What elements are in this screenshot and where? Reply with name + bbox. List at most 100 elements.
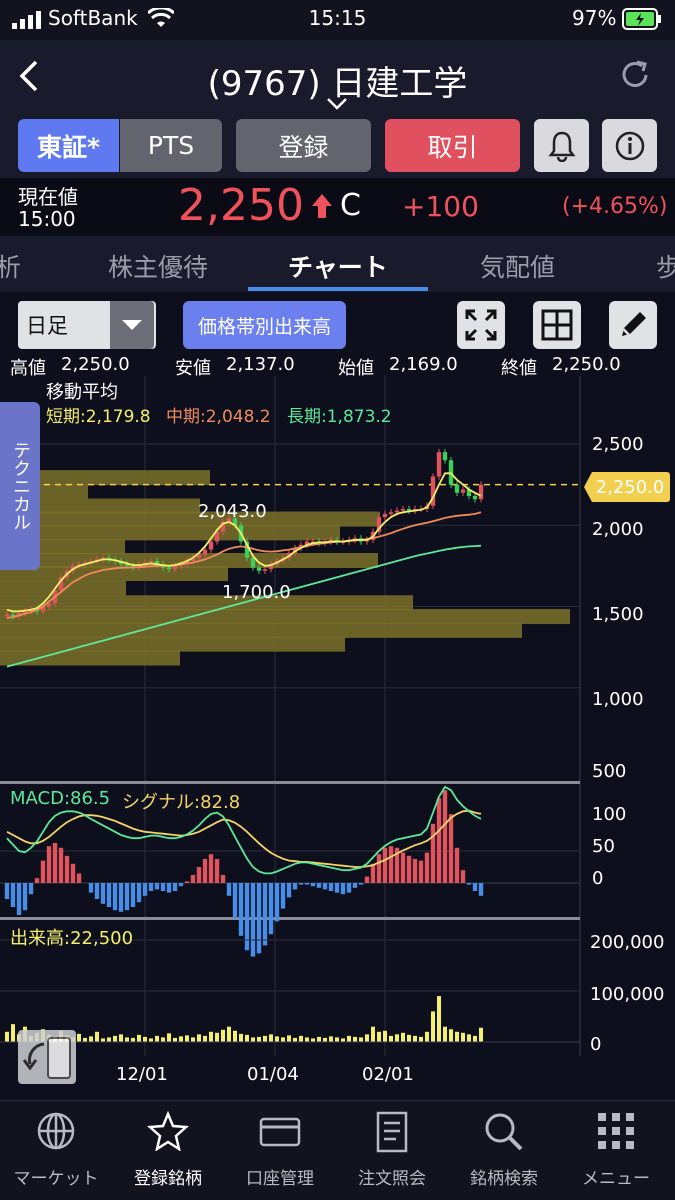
market-tse-button[interactable]: 東証* [18, 119, 119, 172]
macd-histogram-bar [304, 883, 310, 885]
macd-histogram-bar [118, 883, 124, 912]
volume-bar [137, 1034, 141, 1042]
macd-histogram-bar [256, 883, 262, 954]
candle [478, 484, 484, 500]
macd-histogram-bar [202, 859, 208, 883]
volume-profile-bar [0, 609, 570, 625]
battery-percent: 97% [572, 6, 617, 30]
volume-bar [275, 1036, 279, 1042]
nav-search[interactable]: 銘柄検索 [448, 1111, 560, 1189]
volume-bar [395, 1034, 399, 1042]
volume-axis-label: 0 [590, 1034, 602, 1055]
volume-bar [455, 1031, 459, 1042]
volume-bar [149, 1038, 153, 1042]
info-icon[interactable] [602, 119, 657, 172]
volume-bar [311, 1038, 315, 1042]
ma-title: 移動平均 [46, 382, 118, 403]
pts-button[interactable]: PTS [120, 119, 222, 172]
volume-bar [467, 1034, 471, 1042]
volume-bar [425, 1031, 429, 1042]
volume-profile-toggle[interactable]: 価格帯別出来高 [183, 301, 346, 349]
nav-orders[interactable]: 注文照会 [336, 1111, 448, 1189]
pencil-icon[interactable] [609, 301, 657, 349]
bell-icon[interactable] [534, 119, 589, 172]
candle [202, 549, 208, 555]
macd-histogram-bar [220, 875, 226, 883]
volume-profile-bar [0, 650, 180, 666]
chart-canvas[interactable] [0, 376, 675, 1092]
candle [442, 452, 448, 461]
macd-histogram-bar [424, 852, 430, 883]
macd-histogram-bar [448, 814, 454, 883]
tab-shareholder-benefits[interactable]: 株主優待 [108, 248, 208, 284]
macd-histogram-bar [466, 883, 472, 885]
volume-bar [161, 1037, 165, 1042]
volume-bar [407, 1034, 411, 1042]
macd-histogram-bar [148, 883, 154, 891]
volume-bar [191, 1037, 195, 1042]
nav-search-label: 銘柄検索 [470, 1169, 538, 1189]
x-axis-label: 01/04 [247, 1064, 299, 1085]
ohlc-row: 高値 2,250.0 安値 2,137.0 始値 2,169.0 終値 2,25… [10, 354, 675, 379]
volume-bar [203, 1035, 207, 1042]
macd-histogram-bar [178, 883, 184, 887]
volume-bar [335, 1037, 339, 1042]
tab-quotes[interactable]: 気配値 [480, 248, 555, 284]
tab-active-indicator [248, 287, 428, 291]
volume-bar [125, 1037, 129, 1042]
volume-bar [155, 1035, 159, 1042]
chevron-down-icon[interactable] [326, 96, 348, 115]
volume-label: 出来高:22,500 [10, 928, 134, 949]
current-price-label: 現在値 [18, 185, 78, 209]
macd-histogram-bar [376, 854, 382, 883]
trade-button[interactable]: 取引 [385, 119, 520, 172]
macd-histogram-bar [196, 867, 202, 883]
candle [436, 452, 442, 477]
nav-menu[interactable]: メニュー [560, 1111, 672, 1189]
macd-histogram-bar [364, 876, 370, 883]
technical-tab[interactable]: テクニカル [0, 402, 40, 570]
tab-chart[interactable]: チャート [288, 248, 388, 284]
volume-bar [389, 1035, 393, 1042]
volume-bar [167, 1033, 171, 1042]
macd-histogram-bar [214, 859, 220, 883]
volume-bar [119, 1034, 123, 1042]
trough-annotation: 1,700.0 [222, 582, 291, 603]
nav-market[interactable]: マーケット [0, 1111, 112, 1189]
macd-histogram-bar [28, 883, 34, 895]
fullscreen-icon[interactable] [457, 301, 505, 349]
volume-bar [131, 1037, 135, 1042]
register-button[interactable]: 登録 [236, 119, 371, 172]
volume-bar [113, 1035, 117, 1042]
period-select[interactable]: 日足 [18, 301, 156, 349]
battery-icon [622, 8, 662, 35]
grid-layout-icon[interactable] [533, 301, 581, 349]
candle [388, 512, 394, 514]
macd-histogram-bar [310, 883, 316, 887]
volume-bar [209, 1031, 213, 1042]
candle [4, 614, 10, 617]
volume-bar [347, 1035, 351, 1042]
grid-menu-icon [598, 1113, 634, 1149]
volume-axis-label: 200,000 [590, 932, 665, 953]
candle [394, 510, 400, 513]
macd-histogram-bar [274, 883, 280, 922]
volume-bar [359, 1037, 363, 1042]
macd-histogram-bar [472, 883, 478, 891]
refresh-icon[interactable] [618, 58, 652, 96]
nav-menu-label: メニュー [582, 1169, 650, 1189]
candle [148, 561, 154, 563]
navigation-bar: (9767) 日建工学 [0, 40, 675, 118]
tab-analysis[interactable]: 析 [0, 248, 21, 284]
tab-more[interactable]: 歩 [656, 248, 675, 284]
nav-watchlist[interactable]: 登録銘柄 [112, 1110, 224, 1189]
macd-histogram-bar [166, 883, 172, 893]
peak-annotation: 2,043.0 [198, 501, 267, 522]
volume-bar [401, 1032, 405, 1042]
nav-account[interactable]: 口座管理 [224, 1111, 336, 1189]
volume-bar [173, 1037, 177, 1042]
candle [172, 565, 178, 570]
macd-histogram-bar [232, 883, 238, 919]
volume-bar [365, 1034, 369, 1042]
rotate-screen-icon[interactable] [18, 1030, 76, 1084]
